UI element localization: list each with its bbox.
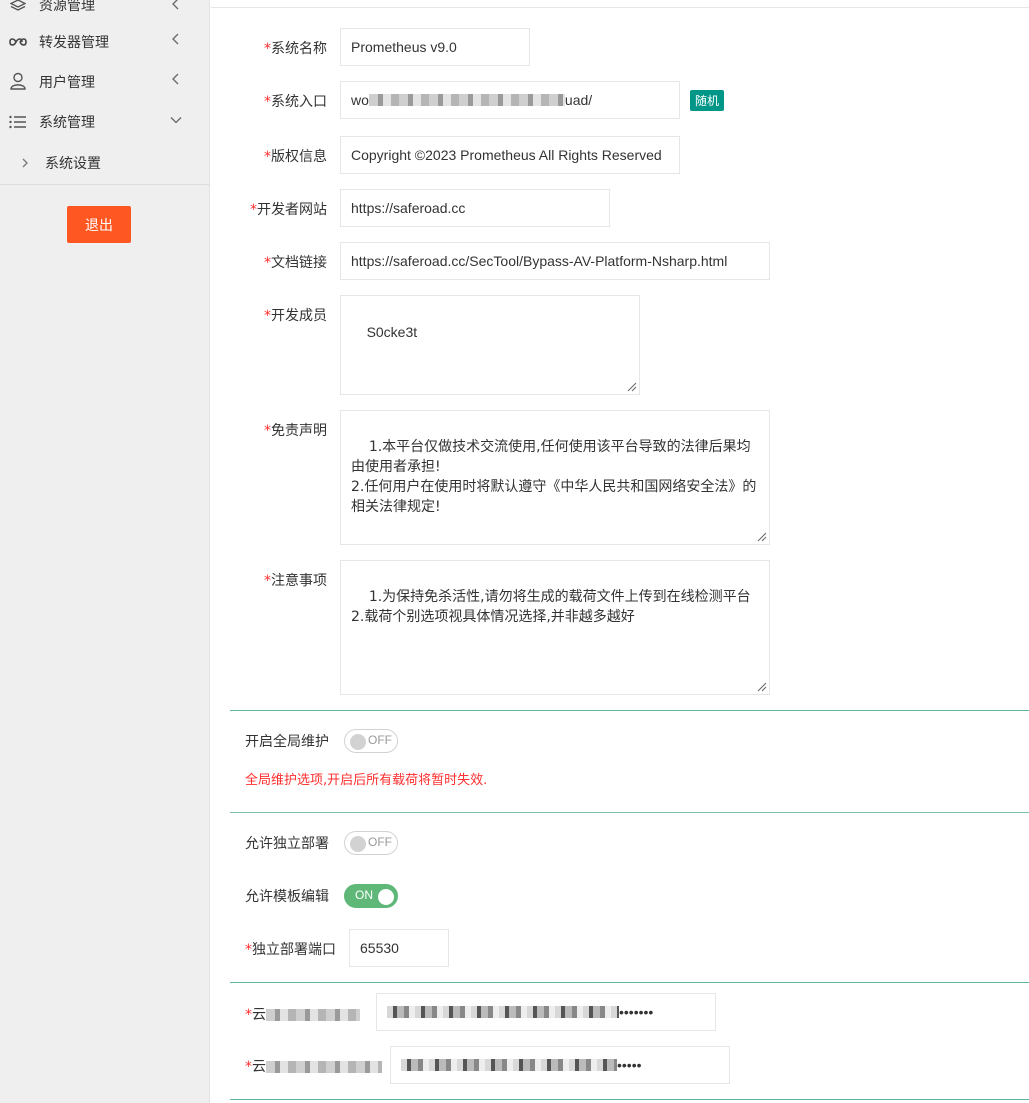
global-maintenance-warning: 全局维护选项,开启后所有载荷将暂时失效.	[245, 773, 488, 788]
chevron-left-icon	[170, 73, 182, 85]
chevron-right-icon	[20, 157, 30, 169]
sidebar-item-system[interactable]: 系统管理	[0, 102, 209, 142]
sidebar-item-label: 资源管理	[39, 0, 95, 14]
global-maintenance-switch[interactable]: OFF	[344, 729, 398, 753]
dev-site-label: *开发者网站	[250, 202, 327, 218]
chevron-down-icon	[170, 114, 182, 126]
deploy-port-input[interactable]: 65530	[349, 929, 449, 967]
disclaimer-textarea[interactable]: 1.本平台仅做技术交流使用,任何使用该平台导致的法律后果均由使用者承担! 2.任…	[340, 410, 770, 545]
sidebar-divider	[0, 184, 209, 185]
redacted-text	[266, 1061, 382, 1073]
copyright-label: *版权信息	[264, 149, 327, 165]
notes-label: *注意事项	[264, 573, 327, 589]
template-edit-label: 允许模板编辑	[245, 889, 329, 905]
sidebar: 资源管理 转发器管理 用户管理 系统管理 系统设置 退出	[0, 0, 210, 1103]
redacted-text	[401, 1059, 617, 1071]
notes-textarea[interactable]: 1.为保持免杀活性,请勿将生成的载荷文件上传到在线检测平台 2.载荷个别选项视具…	[340, 560, 770, 695]
disclaimer-label: *免责声明	[264, 423, 327, 439]
section-divider	[230, 710, 1029, 711]
doc-link-label: *文档链接	[264, 255, 327, 271]
switch-knob	[350, 734, 366, 750]
deploy-port-label: *独立部署端口	[245, 942, 336, 958]
dev-site-input[interactable]: https://saferoad.cc	[340, 189, 610, 227]
chevron-left-icon	[170, 33, 182, 45]
sidebar-item-users[interactable]: 用户管理	[0, 62, 209, 102]
layers-icon	[9, 0, 27, 15]
cloud-field-2-label: *云	[245, 1056, 382, 1076]
developers-label: *开发成员	[264, 308, 327, 324]
standalone-deploy-switch[interactable]: OFF	[344, 831, 398, 855]
developers-textarea[interactable]: S0cke3t	[340, 295, 640, 395]
sidebar-subitem-system-settings[interactable]: 系统设置	[0, 143, 209, 183]
sidebar-subitem-label: 系统设置	[45, 156, 101, 172]
section-divider	[230, 982, 1029, 983]
template-edit-switch[interactable]: ON	[344, 884, 398, 908]
cloud-field-1-input[interactable]: •••••••	[376, 993, 716, 1031]
logout-button[interactable]: 退出	[67, 206, 131, 243]
list-icon	[9, 113, 27, 131]
doc-link-input[interactable]: https://saferoad.cc/SecTool/Bypass-AV-Pl…	[340, 242, 770, 280]
copyright-input[interactable]: Copyright ©2023 Prometheus All Rights Re…	[340, 136, 680, 174]
user-icon	[9, 72, 27, 90]
resize-handle-icon[interactable]	[755, 530, 767, 542]
resize-handle-icon[interactable]	[755, 680, 767, 692]
section-divider	[230, 1099, 1029, 1100]
redacted-text	[368, 94, 565, 106]
top-divider	[211, 7, 1029, 8]
system-name-input[interactable]: Prometheus v9.0	[340, 28, 530, 66]
cloud-field-1-label: *云	[245, 1004, 360, 1024]
settings-form: *系统名称 Prometheus v9.0 *系统入口 wo uad/ 随机 *版…	[211, 0, 1029, 1103]
sidebar-item-label: 转发器管理	[39, 35, 109, 51]
redacted-text	[387, 1006, 619, 1018]
chevron-left-icon	[170, 0, 182, 10]
global-maintenance-label: 开启全局维护	[245, 734, 329, 750]
random-entry-button[interactable]: 随机	[690, 90, 724, 111]
sidebar-item-label: 用户管理	[39, 75, 95, 91]
system-name-label: *系统名称	[264, 41, 327, 57]
link-icon	[9, 33, 27, 51]
resize-handle-icon[interactable]	[625, 380, 637, 392]
redacted-text	[266, 1009, 360, 1021]
cloud-field-2-input[interactable]: •••••	[390, 1046, 730, 1084]
system-entry-input[interactable]: wo uad/	[340, 81, 680, 119]
system-entry-label: *系统入口	[264, 94, 327, 110]
standalone-deploy-label: 允许独立部署	[245, 836, 329, 852]
switch-knob	[350, 836, 366, 852]
sidebar-item-label: 系统管理	[39, 115, 95, 131]
section-divider	[230, 812, 1029, 813]
switch-knob	[378, 889, 394, 905]
sidebar-item-forwarders[interactable]: 转发器管理	[0, 22, 209, 62]
